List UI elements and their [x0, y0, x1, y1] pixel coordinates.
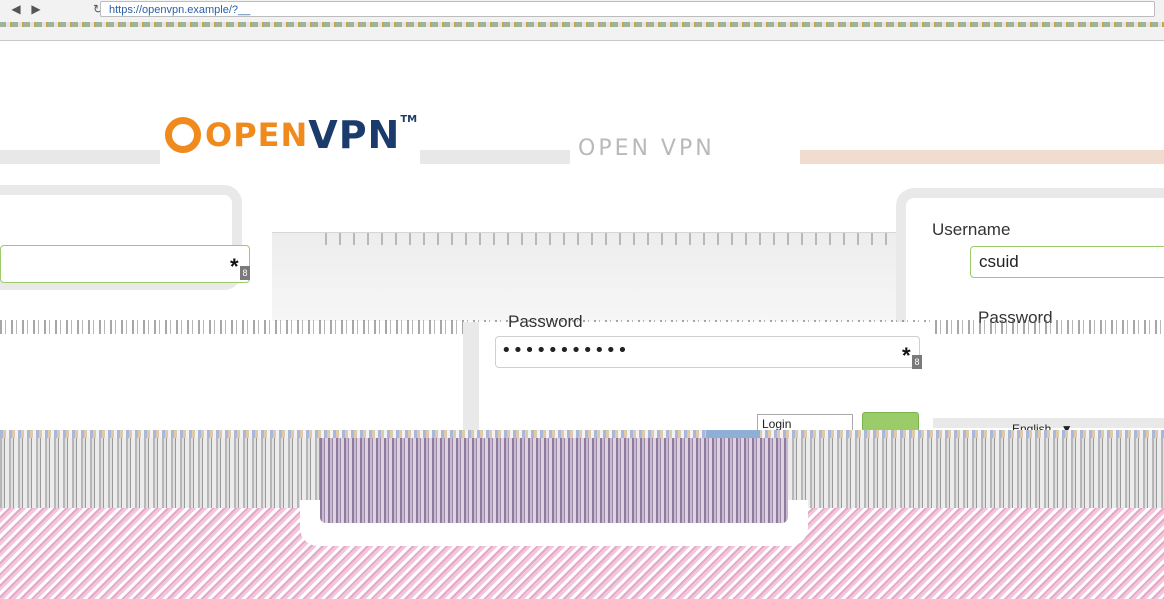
header-divider — [0, 150, 160, 164]
openvpn-logo: OPEN VPN TM — [165, 110, 417, 160]
render-artifact-band — [0, 430, 1164, 438]
logo-mark-icon — [165, 117, 201, 153]
render-artifact-band — [320, 500, 788, 523]
ghost-password-field — [0, 245, 250, 283]
header-divider — [420, 150, 570, 164]
dotted-separator — [325, 233, 935, 245]
password-manager-icon[interactable]: 8 — [240, 266, 250, 280]
header-divider — [800, 150, 1164, 164]
ghost-logo-text: OPEN VPN — [578, 136, 715, 161]
password-manager-icon[interactable]: 8 — [912, 355, 922, 369]
username-label: Username — [932, 220, 1011, 239]
required-asterisk-icon: * — [230, 254, 239, 279]
login-dialog-border — [463, 322, 479, 432]
logo-vpn-text: VPN — [308, 113, 401, 157]
address-bar[interactable]: https://openvpn.example/?__ — [100, 1, 1155, 17]
tab-strip — [0, 22, 1164, 27]
render-artifact-block — [272, 232, 948, 321]
trademark-text: TM — [400, 114, 418, 125]
password-field[interactable]: ••••••••••• — [495, 336, 920, 368]
browser-toolbar: ◀ ▶ ↻ https://openvpn.example/?__ — [0, 0, 1164, 41]
required-asterisk-icon: * — [902, 343, 911, 368]
forward-arrow-icon[interactable]: ▶ — [28, 2, 44, 16]
password-label: Password — [508, 312, 583, 331]
back-arrow-icon[interactable]: ◀ — [8, 2, 24, 16]
logo-open-text: OPEN — [205, 116, 309, 154]
username-field[interactable]: csuid — [970, 246, 1164, 278]
login-button[interactable] — [862, 412, 919, 432]
